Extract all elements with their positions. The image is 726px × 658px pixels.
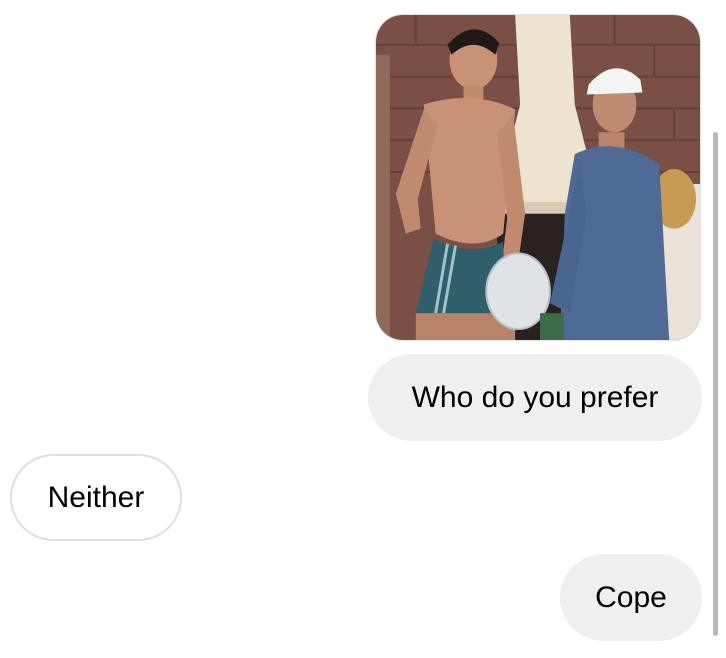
photo-illustration	[376, 15, 700, 340]
message-text: Cope	[595, 580, 667, 614]
shared-photo-message[interactable]	[375, 14, 701, 341]
sent-message-bubble[interactable]: Who do you prefer	[368, 354, 702, 441]
scrollbar[interactable]	[713, 132, 718, 636]
sent-message-bubble[interactable]: Cope	[560, 554, 702, 641]
received-message-bubble[interactable]: Neither	[10, 454, 182, 541]
message-thread: Who do you prefer Neither Cope	[0, 0, 726, 658]
message-text: Neither	[47, 480, 145, 514]
message-text: Who do you prefer	[411, 380, 659, 414]
